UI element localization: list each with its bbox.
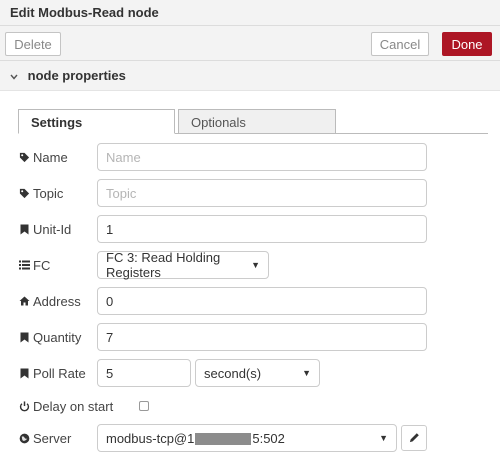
edit-server-button[interactable]: [401, 425, 427, 451]
done-button[interactable]: Done: [442, 32, 492, 56]
address-input[interactable]: 0: [97, 287, 427, 315]
tab-settings[interactable]: Settings: [18, 109, 175, 134]
poll-rate-input[interactable]: 5: [97, 359, 191, 387]
topic-label-row: Topic: [17, 179, 63, 207]
quantity-label: Quantity: [33, 329, 82, 345]
delete-button[interactable]: Delete: [5, 32, 61, 56]
node-properties-header[interactable]: node properties: [0, 61, 500, 91]
fc-select[interactable]: FC 3: Read Holding Registers ▼: [97, 250, 269, 280]
poll-rate-label: Poll Rate: [33, 365, 86, 381]
unit-id-input[interactable]: 1: [97, 215, 427, 243]
server-value-prefix: modbus-tcp@1: [106, 430, 195, 446]
tab-optionals[interactable]: Optionals: [178, 109, 336, 134]
bookmark-icon: [17, 332, 31, 343]
bookmark-icon: [17, 368, 31, 379]
poll-rate-unit-select[interactable]: second(s) ▼: [195, 359, 320, 387]
fc-label-row: FC: [17, 251, 50, 279]
delay-on-start-label: Delay on start: [33, 398, 114, 414]
pencil-icon: [409, 431, 420, 446]
server-select[interactable]: modbus-tcp@1 5:502 ▼: [97, 424, 397, 452]
quantity-label-row: Quantity: [17, 323, 81, 351]
quantity-input[interactable]: 7: [97, 323, 427, 351]
delay-on-start-checkbox[interactable]: [139, 401, 149, 411]
unit-id-label: Unit-Id: [33, 221, 72, 237]
name-input[interactable]: Name: [97, 143, 427, 171]
chevron-down-icon: [10, 72, 24, 83]
globe-icon: [17, 433, 31, 444]
dialog-toolbar: Delete Cancel Done: [0, 26, 500, 61]
poll-rate-label-row: Poll Rate: [17, 359, 86, 387]
dropdown-caret-icon: ▼: [379, 433, 388, 443]
tag-icon: [17, 152, 31, 163]
dropdown-caret-icon: ▼: [251, 260, 260, 270]
power-icon: [17, 400, 31, 412]
section-title: node properties: [27, 68, 126, 83]
fc-label: FC: [33, 257, 51, 273]
redacted-block: [195, 433, 252, 446]
server-value: modbus-tcp@1 5:502: [106, 431, 285, 446]
poll-rate-unit-value: second(s): [204, 365, 262, 381]
address-label: Address: [33, 293, 81, 309]
topic-input[interactable]: Topic: [97, 179, 427, 207]
bookmark-icon: [17, 224, 31, 235]
list-icon: [17, 260, 31, 270]
tag-icon: [17, 188, 31, 199]
dialog-title: Edit Modbus-Read node: [0, 0, 500, 26]
delay-on-start-label-row: Delay on start: [17, 392, 113, 420]
dropdown-caret-icon: ▼: [302, 368, 311, 378]
address-label-row: Address: [17, 287, 81, 315]
home-icon: [17, 296, 31, 306]
topic-label: Topic: [33, 185, 64, 201]
cancel-button[interactable]: Cancel: [371, 32, 429, 56]
unit-id-label-row: Unit-Id: [17, 215, 71, 243]
server-label-row: Server: [17, 424, 71, 452]
name-label: Name: [33, 149, 68, 165]
server-value-suffix: 5:502: [252, 430, 285, 446]
fc-selected-value: FC 3: Read Holding Registers: [106, 250, 221, 280]
server-label: Server: [33, 430, 72, 446]
name-label-row: Name: [17, 143, 68, 171]
